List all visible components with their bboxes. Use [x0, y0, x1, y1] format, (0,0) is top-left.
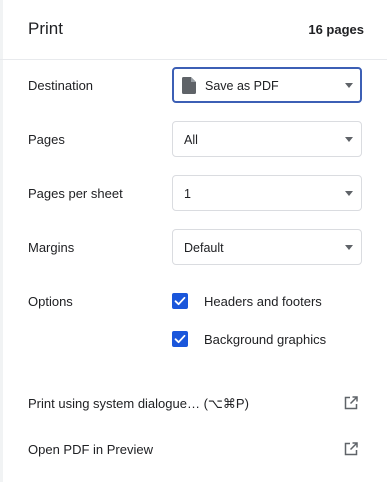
open-external-icon [344, 396, 358, 410]
background-graphics-checkbox[interactable] [172, 331, 188, 347]
pages-value: All [184, 133, 198, 147]
chevron-down-icon [345, 245, 353, 250]
pages-per-sheet-select[interactable]: 1 [172, 175, 362, 211]
destination-row: Destination Save as PDF [0, 67, 387, 105]
pages-per-sheet-value: 1 [184, 187, 191, 201]
pages-per-sheet-row: Pages per sheet 1 [0, 175, 387, 213]
checkmark-icon [174, 296, 186, 306]
headers-footers-checkbox-row[interactable]: Headers and footers [172, 291, 372, 311]
pages-label: Pages [28, 132, 65, 147]
margins-value: Default [184, 241, 224, 255]
headers-footers-checkbox[interactable] [172, 293, 188, 309]
background-graphics-label: Background graphics [204, 332, 327, 347]
pages-row: Pages All [0, 121, 387, 159]
margins-label: Margins [28, 240, 75, 255]
page-count: 16 pages [308, 22, 364, 37]
chevron-down-icon [345, 83, 353, 88]
print-header: Print 16 pages [0, 0, 387, 60]
pages-select[interactable]: All [172, 121, 362, 157]
page-title: Print [28, 19, 63, 38]
header-divider [0, 59, 387, 60]
document-icon [182, 77, 196, 94]
headers-footers-label: Headers and footers [204, 294, 322, 309]
checkmark-icon [174, 334, 186, 344]
open-external-icon [344, 442, 358, 456]
destination-select[interactable]: Save as PDF [172, 67, 362, 103]
system-dialogue-label: Print using system dialogue… (⌥⌘P) [28, 396, 249, 411]
print-settings-panel: Print 16 pages Destination Save as PDF P… [0, 0, 387, 482]
margins-row: Margins Default [0, 229, 387, 267]
open-preview-link[interactable]: Open PDF in Preview [0, 435, 387, 465]
chevron-down-icon [345, 137, 353, 142]
system-dialogue-link[interactable]: Print using system dialogue… (⌥⌘P) [0, 389, 387, 419]
pages-per-sheet-label: Pages per sheet [28, 186, 123, 201]
options-label: Options [28, 294, 73, 309]
destination-value: Save as PDF [205, 79, 279, 93]
open-preview-label: Open PDF in Preview [28, 442, 153, 457]
margins-select[interactable]: Default [172, 229, 362, 265]
chevron-down-icon [345, 191, 353, 196]
destination-label: Destination [28, 78, 94, 93]
background-graphics-checkbox-row[interactable]: Background graphics [172, 329, 372, 349]
